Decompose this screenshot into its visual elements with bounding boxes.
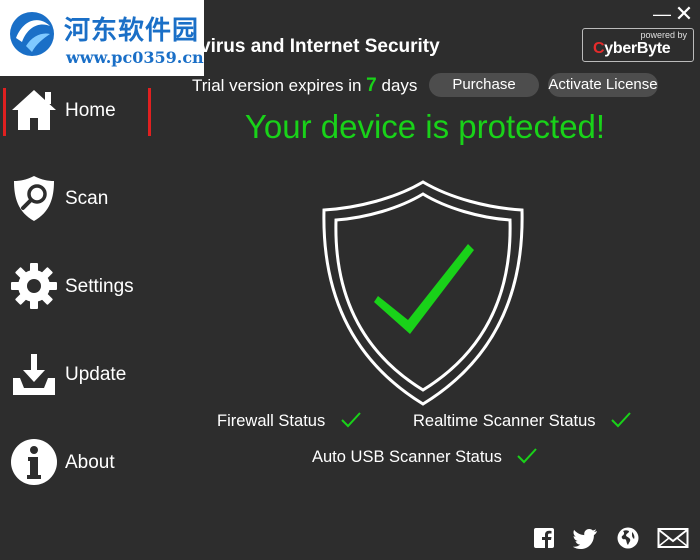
- shield-search-icon: [14, 176, 54, 221]
- globe-icon[interactable]: [616, 526, 640, 550]
- watermark-logo-icon: [10, 12, 54, 56]
- realtime-scanner-status-label: Realtime Scanner Status: [413, 412, 596, 430]
- facebook-icon[interactable]: [532, 526, 556, 550]
- sidebar-item-scan[interactable]: Scan: [0, 162, 160, 242]
- brand-logo-initial: C: [593, 40, 605, 57]
- active-indicator-right: [148, 88, 151, 136]
- activate-license-button[interactable]: Activate License: [548, 73, 658, 97]
- brand-logo-text: yberByte: [604, 40, 671, 57]
- sidebar-item-label: Scan: [65, 188, 109, 209]
- trial-days-count: 7: [366, 75, 377, 96]
- firewall-status: Firewall Status: [217, 411, 362, 431]
- close-button[interactable]: ✕: [674, 3, 694, 25]
- protection-status-headline: Your device is protected!: [244, 108, 606, 145]
- active-indicator-left: [3, 88, 6, 136]
- realtime-scanner-status: Realtime Scanner Status: [413, 411, 632, 431]
- sidebar-item-label: Settings: [65, 276, 134, 297]
- watermark-url: www.pc0359.cn: [66, 48, 204, 67]
- sidebar-item-home[interactable]: Home: [0, 74, 160, 154]
- trial-suffix: days: [381, 76, 418, 95]
- info-icon: [11, 439, 57, 485]
- shield-check-icon: [322, 180, 524, 406]
- purchase-button[interactable]: Purchase: [429, 73, 539, 97]
- sidebar-item-label: About: [65, 452, 115, 473]
- watermark-cn-text: 河东软件园: [64, 16, 200, 46]
- check-icon: [341, 412, 361, 428]
- sidebar-item-update[interactable]: Update: [0, 338, 160, 418]
- usb-scanner-status-label: Auto USB Scanner Status: [312, 448, 502, 466]
- powered-by-label: powered by: [640, 30, 687, 40]
- gear-icon: [11, 263, 57, 309]
- check-icon: [611, 412, 631, 428]
- usb-scanner-status: Auto USB Scanner Status: [312, 447, 538, 467]
- trial-notice: Trial version expires in 7 days: [192, 75, 417, 97]
- watermark-logo: 河东软件园 www.pc0359.cn: [0, 0, 204, 76]
- brand-logo: CyberByte: [593, 40, 671, 58]
- download-icon: [13, 354, 55, 395]
- check-icon: [517, 448, 538, 464]
- sidebar-item-label: Home: [65, 100, 116, 121]
- mail-icon[interactable]: [657, 526, 689, 550]
- twitter-icon[interactable]: [573, 526, 597, 550]
- sidebar-item-label: Update: [65, 364, 127, 385]
- home-icon: [12, 90, 56, 130]
- sidebar-item-about[interactable]: About: [0, 426, 160, 506]
- minimize-button[interactable]: —: [652, 5, 672, 23]
- sidebar-item-settings[interactable]: Settings: [0, 250, 160, 330]
- trial-prefix: Trial version expires in: [192, 76, 362, 95]
- app-title: virus and Internet Security: [200, 36, 440, 57]
- app-window: 河东软件园 www.pc0359.cn virus and Internet S…: [0, 0, 700, 560]
- firewall-status-label: Firewall Status: [217, 412, 326, 430]
- powered-by-badge: powered by CyberByte: [582, 28, 694, 62]
